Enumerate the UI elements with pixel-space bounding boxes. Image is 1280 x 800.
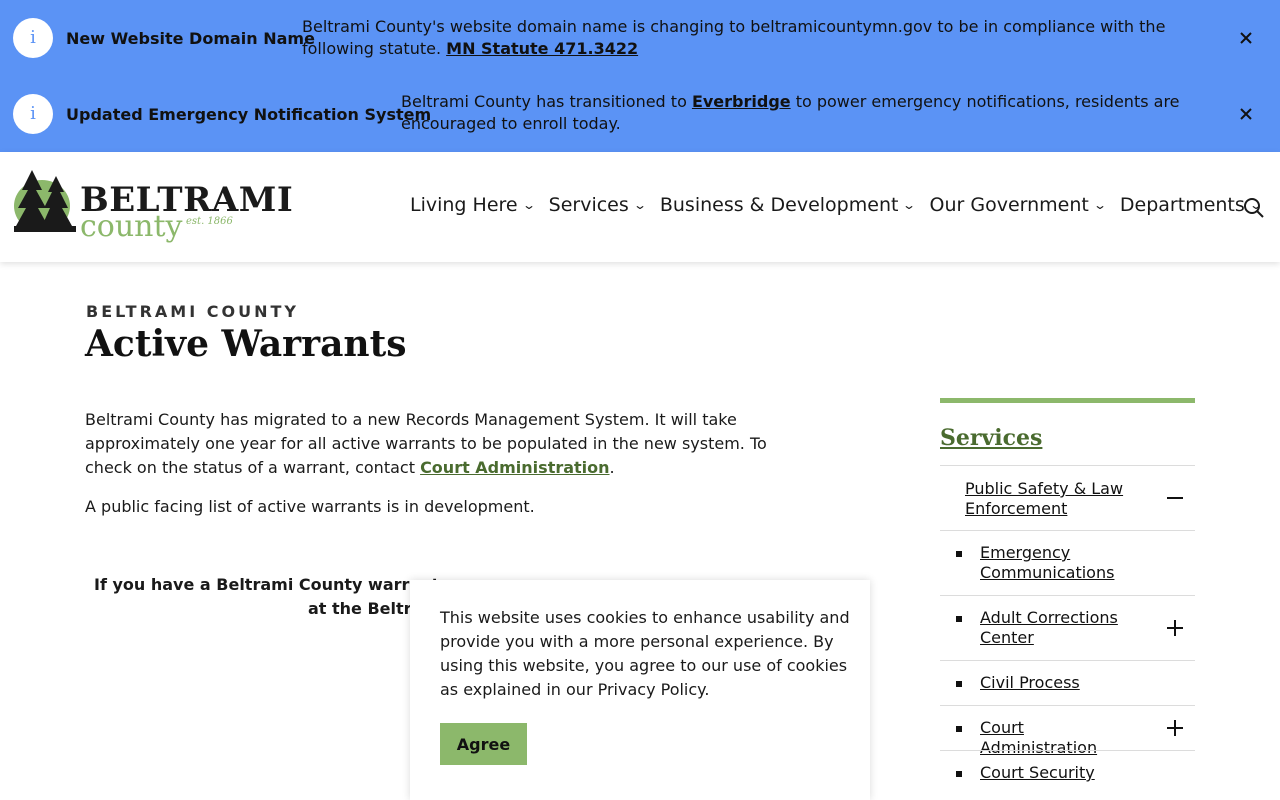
- services-sidebar: Services Public Safety & Law Enforcement…: [940, 398, 1195, 795]
- bullet-icon: [956, 681, 962, 687]
- sidebar-item-label[interactable]: Civil Process: [980, 673, 1140, 693]
- sidebar-item-label[interactable]: Public Safety & Law Enforcement: [965, 479, 1135, 519]
- sidebar-item-court-security: Court Security: [940, 750, 1195, 795]
- mn-statute-link[interactable]: MN Statute 471.3422: [446, 39, 638, 58]
- intro-paragraph: Beltrami County has migrated to a new Re…: [85, 408, 815, 480]
- bullet-icon: [956, 616, 962, 622]
- nav-label: Departments: [1119, 194, 1245, 216]
- sidebar-item-label[interactable]: Adult Corrections Center: [980, 608, 1140, 648]
- sidebar-accent-bar: [940, 398, 1195, 403]
- court-administration-link[interactable]: Court Administration: [420, 458, 609, 477]
- sidebar-item-adult-corrections: Adult Corrections Center: [940, 595, 1195, 660]
- chevron-down-icon: ⌄: [902, 198, 917, 212]
- nav-label: Services: [548, 194, 629, 216]
- nav-living-here[interactable]: Living Here ⌄: [410, 194, 536, 216]
- agree-button[interactable]: Agree: [440, 723, 527, 765]
- info-icon: i: [13, 18, 53, 58]
- chevron-down-icon: ⌄: [632, 198, 647, 212]
- sidebar-item-label[interactable]: Court Security: [980, 763, 1140, 783]
- minus-icon[interactable]: [1165, 488, 1185, 508]
- sidebar-item-emergency-communications: Emergency Communications: [940, 530, 1195, 595]
- nav-label: Business & Development: [659, 194, 899, 216]
- logo-subtitle: county: [80, 209, 183, 244]
- site-header: BELTRAMI county est. 1866 Living Here ⌄ S…: [0, 152, 1280, 262]
- alert-banner-domain: i New Website Domain Name Beltrami Count…: [0, 0, 1280, 76]
- close-icon[interactable]: [1236, 104, 1256, 124]
- chevron-down-icon: ⌄: [521, 198, 536, 212]
- bullet-icon: [956, 771, 962, 777]
- page-title: Active Warrants: [85, 323, 407, 365]
- chevron-down-icon: ⌄: [1092, 198, 1107, 212]
- cookie-message: This website uses cookies to enhance usa…: [440, 608, 850, 699]
- alert-banner-emergency: i Updated Emergency Notification System …: [0, 76, 1280, 152]
- nav-business-development[interactable]: Business & Development ⌄: [659, 194, 917, 216]
- development-note: A public facing list of active warrants …: [85, 497, 535, 516]
- sidebar-item-court-administration: Court Administration: [940, 705, 1195, 757]
- logo-established: est. 1866: [186, 216, 233, 227]
- warrant-notice-line: If you have a Beltrami County warrant, y: [94, 575, 462, 594]
- alert-message: Beltrami County has transitioned to Ever…: [401, 91, 1221, 135]
- sidebar-item-label[interactable]: Emergency Communications: [980, 543, 1140, 583]
- sidebar-title[interactable]: Services: [940, 425, 1195, 451]
- bullet-icon: [956, 726, 962, 732]
- nav-services[interactable]: Services ⌄: [548, 194, 647, 216]
- close-icon[interactable]: [1236, 28, 1256, 48]
- bullet-icon: [956, 551, 962, 557]
- alert-title: Updated Emergency Notification System: [66, 105, 432, 124]
- info-icon: i: [13, 94, 53, 134]
- nav-label: Our Government: [929, 194, 1089, 216]
- sidebar-item-public-safety: Public Safety & Law Enforcement: [940, 465, 1195, 530]
- warrant-notice-line: at the Beltra: [308, 599, 423, 618]
- alert-message: Beltrami County's website domain name is…: [302, 16, 1202, 60]
- county-logo[interactable]: BELTRAMI county est. 1866: [14, 166, 293, 246]
- main-nav: Living Here ⌄ Services ⌄ Business & Develo…: [410, 194, 1276, 216]
- intro-text: .: [609, 458, 615, 477]
- sidebar-item-civil-process: Civil Process: [940, 660, 1195, 705]
- pine-trees-icon: [14, 170, 76, 232]
- alert-message-text: Beltrami County's website domain name is…: [302, 17, 1166, 58]
- plus-icon[interactable]: [1165, 718, 1185, 738]
- alert-title: New Website Domain Name: [66, 29, 315, 48]
- nav-our-government[interactable]: Our Government ⌄: [929, 194, 1107, 216]
- cookie-banner: This website uses cookies to enhance usa…: [410, 580, 870, 800]
- alert-message-text: Beltrami County has transitioned to: [401, 92, 692, 111]
- page-eyebrow: BELTRAMI COUNTY: [86, 302, 299, 321]
- search-icon[interactable]: [1243, 197, 1265, 219]
- nav-departments[interactable]: Departments ⌄: [1119, 194, 1263, 216]
- plus-icon[interactable]: [1165, 618, 1185, 638]
- nav-label: Living Here: [410, 194, 518, 216]
- everbridge-link[interactable]: Everbridge: [692, 92, 791, 111]
